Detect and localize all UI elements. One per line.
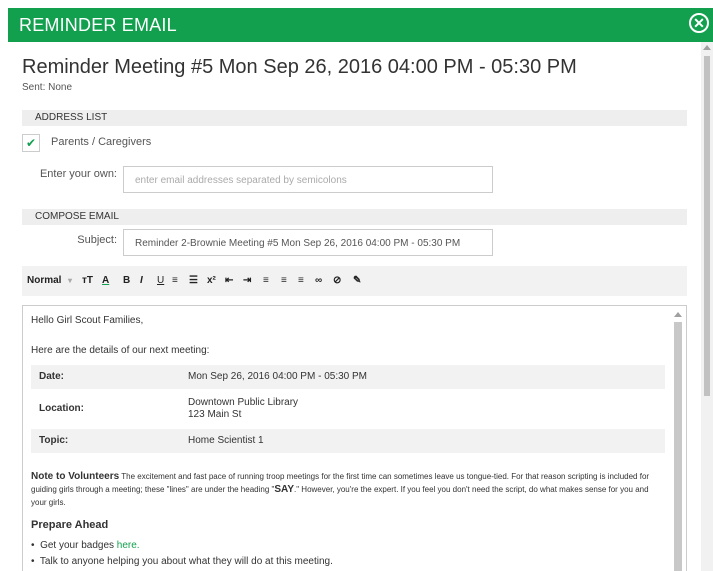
superscript-icon[interactable]: x² (207, 275, 216, 286)
scrollbar-thumb[interactable] (704, 56, 710, 396)
topic-value: Home Scientist 1 (188, 435, 264, 446)
note-say: SAY (274, 484, 294, 495)
format-select[interactable]: Normal (27, 275, 61, 286)
location-value-line1: Downtown Public Library (188, 397, 299, 408)
bold-icon[interactable]: B (123, 275, 130, 286)
sent-status: Sent: None (22, 82, 73, 93)
italic-icon[interactable]: I (140, 275, 143, 286)
align-left-icon[interactable]: ≡ (263, 275, 269, 286)
bullet-list-icon[interactable]: ☰ (189, 275, 198, 286)
chevron-down-icon[interactable]: ▾ (68, 276, 72, 285)
badges-link[interactable]: here. (117, 540, 140, 551)
volunteer-note: Note to Volunteers The excitement and fa… (31, 470, 665, 509)
date-label: Date: (39, 371, 65, 382)
unlink-icon[interactable]: ⊘ (333, 275, 341, 286)
parents-caregivers-checkbox[interactable]: ✔ (22, 134, 40, 152)
scroll-up-arrow-icon[interactable] (674, 312, 682, 317)
editor-scrollbar[interactable] (672, 308, 682, 571)
address-list-section: ADDRESS LIST (22, 110, 687, 126)
location-label: Location: (39, 403, 84, 414)
date-value: Mon Sep 26, 2016 04:00 PM - 05:30 PM (188, 371, 367, 382)
parents-caregivers-label: Parents / Caregivers (51, 136, 152, 148)
indent-decrease-icon[interactable]: ⇤ (225, 275, 233, 286)
address-list-heading: ADDRESS LIST (35, 112, 108, 123)
own-emails-input[interactable]: enter email addresses separated by semic… (123, 166, 493, 193)
indent-increase-icon[interactable]: ⇥ (243, 275, 251, 286)
list-item: • Get your badges here. (31, 540, 140, 551)
text-size-icon[interactable]: тT (82, 275, 93, 286)
link-icon[interactable]: ∞ (315, 275, 322, 286)
bullet-icon: • (31, 556, 35, 567)
email-body-editor[interactable]: Hello Girl Scout Families, Here are the … (22, 305, 687, 571)
meeting-title: Reminder Meeting #5 Mon Sep 26, 2016 04:… (22, 56, 577, 78)
bullet-icon: • (31, 540, 35, 551)
note-heading: Note to Volunteers (31, 471, 120, 482)
details-row-date: Date: Mon Sep 26, 2016 04:00 PM - 05:30 … (31, 365, 665, 389)
align-center-icon[interactable]: ≡ (281, 275, 287, 286)
editor-toolbar: Normal ▾ тT A B I U ≡ ☰ x² ⇤ ⇥ ≡ ≡ ≡ ∞ ⊘… (22, 266, 687, 296)
own-emails-label: Enter your own: (39, 168, 117, 180)
ordered-list-icon[interactable]: ≡ (172, 275, 178, 286)
checkmark-icon: ✔ (25, 136, 37, 150)
greeting-text: Hello Girl Scout Families, (31, 315, 144, 326)
list-item: • Talk to anyone helping you about what … (31, 556, 333, 567)
underline-icon[interactable]: U (157, 275, 164, 286)
subject-input[interactable]: Reminder 2-Brownie Meeting #5 Mon Sep 26… (123, 229, 493, 256)
page-scrollbar[interactable] (701, 42, 713, 571)
intro-text: Here are the details of our next meeting… (31, 345, 210, 356)
modal-title: REMINDER EMAIL (19, 15, 177, 35)
prepare-ahead-heading: Prepare Ahead (31, 519, 109, 531)
compose-email-section: COMPOSE EMAIL (22, 209, 687, 225)
modal-header: REMINDER EMAIL ✕ (8, 8, 713, 42)
subject-label: Subject: (77, 234, 117, 246)
clear-format-icon[interactable]: ✎ (353, 275, 361, 286)
close-icon[interactable]: ✕ (689, 13, 709, 33)
details-row-location: Location: Downtown Public Library 123 Ma… (31, 390, 665, 428)
scroll-up-arrow-icon[interactable] (703, 45, 711, 50)
align-right-icon[interactable]: ≡ (298, 275, 304, 286)
text-color-icon[interactable]: A (102, 275, 109, 286)
compose-email-heading: COMPOSE EMAIL (35, 211, 119, 222)
details-row-topic: Topic: Home Scientist 1 (31, 429, 665, 453)
editor-scrollbar-thumb[interactable] (674, 322, 682, 571)
bullet-text: Talk to anyone helping you about what th… (39, 556, 333, 567)
bullet-text: Get your badges (40, 540, 117, 551)
location-value-line2: 123 Main St (188, 409, 242, 420)
topic-label: Topic: (39, 435, 69, 446)
